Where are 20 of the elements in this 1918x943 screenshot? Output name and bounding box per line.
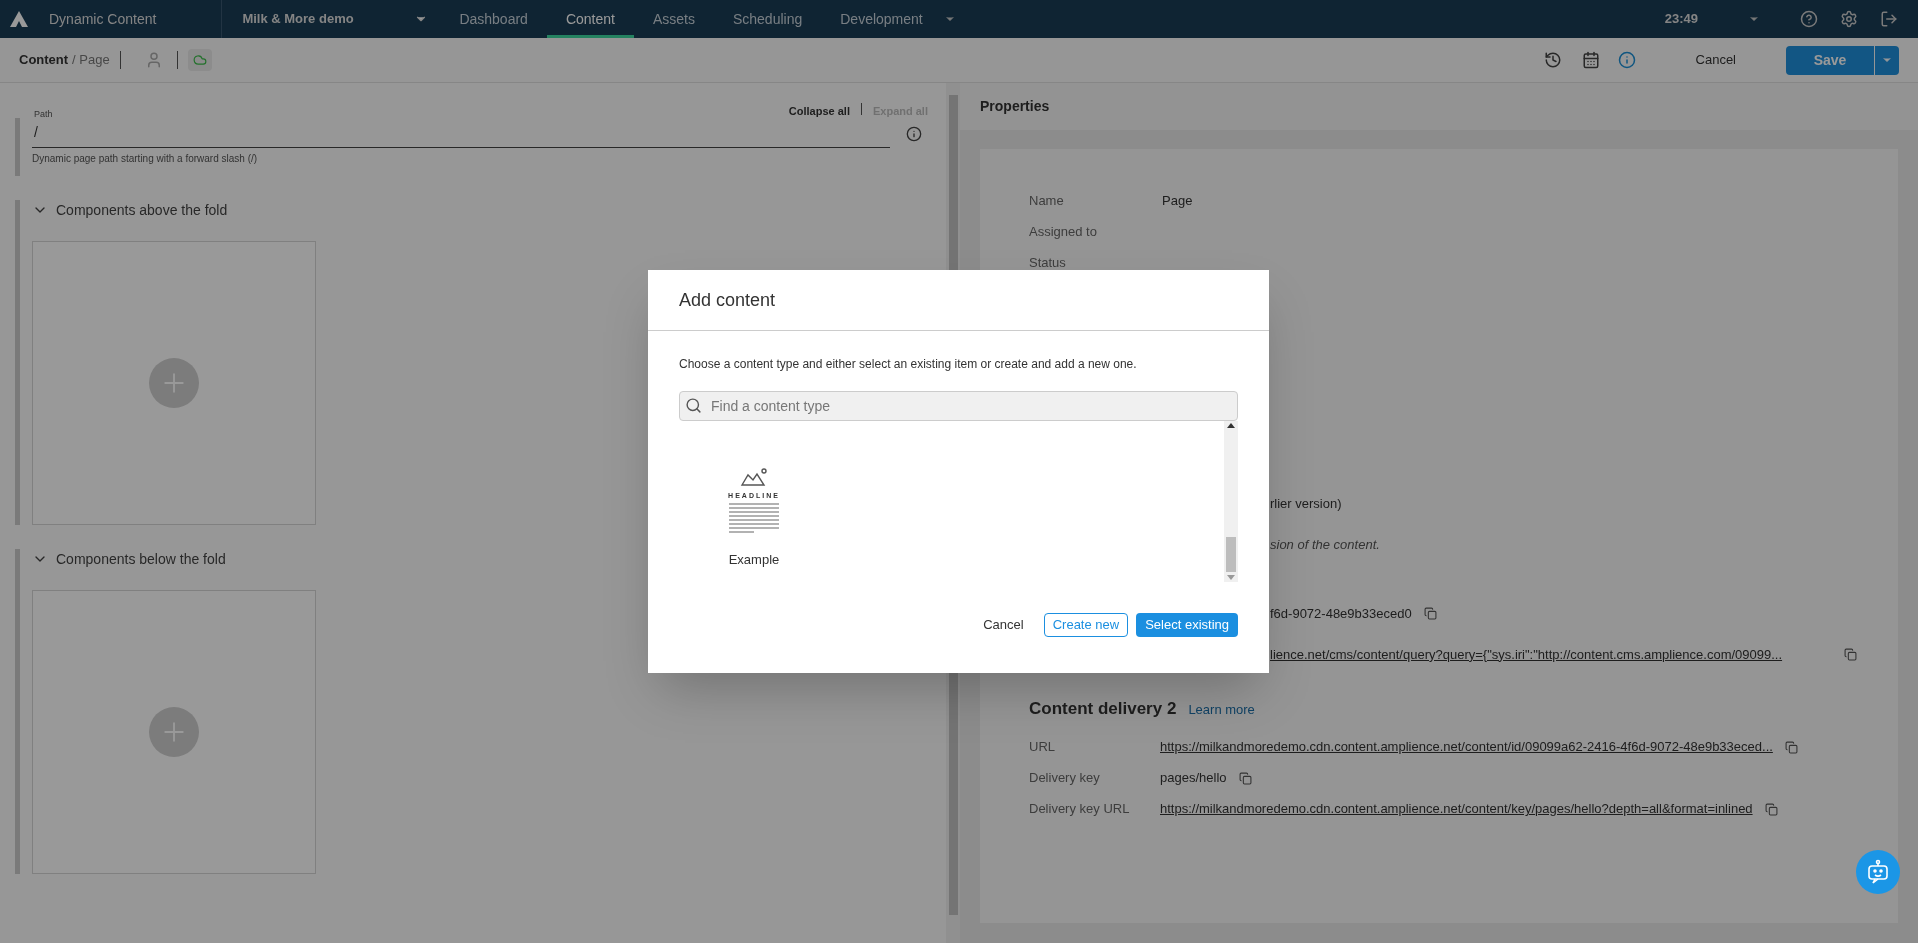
property-value: sion of the content. — [1270, 535, 1380, 554]
property-label: Delivery key URL — [1029, 800, 1131, 819]
property-value: f6d-9072-48e9b33eced0 — [1270, 604, 1412, 623]
property-value: pages/hello — [1160, 769, 1227, 788]
clock-time: 23:49 — [1664, 10, 1698, 29]
property-label: Status — [1029, 253, 1067, 272]
dialog-description: Choose a content type and either select an existing item or create and add a new one. — [679, 356, 1138, 373]
property-label: URL — [1029, 738, 1056, 757]
field-label: Path — [34, 107, 53, 121]
property-label: Delivery key — [1029, 769, 1101, 788]
field-hint: Dynamic page path starting with a forward slash (/) — [32, 152, 259, 166]
dialog-title: Add content — [679, 288, 776, 312]
property-value: rlier version) — [1270, 494, 1342, 513]
section-heading: Content delivery 2 — [1029, 698, 1177, 720]
property-value: Page — [1162, 191, 1193, 210]
property-label: Name — [1029, 191, 1065, 210]
breadcrumb-page: / Page — [72, 51, 110, 70]
app-name: Dynamic Content — [49, 9, 157, 29]
panel-title: Properties — [980, 97, 1050, 116]
property-label: Assigned to — [1029, 222, 1098, 241]
